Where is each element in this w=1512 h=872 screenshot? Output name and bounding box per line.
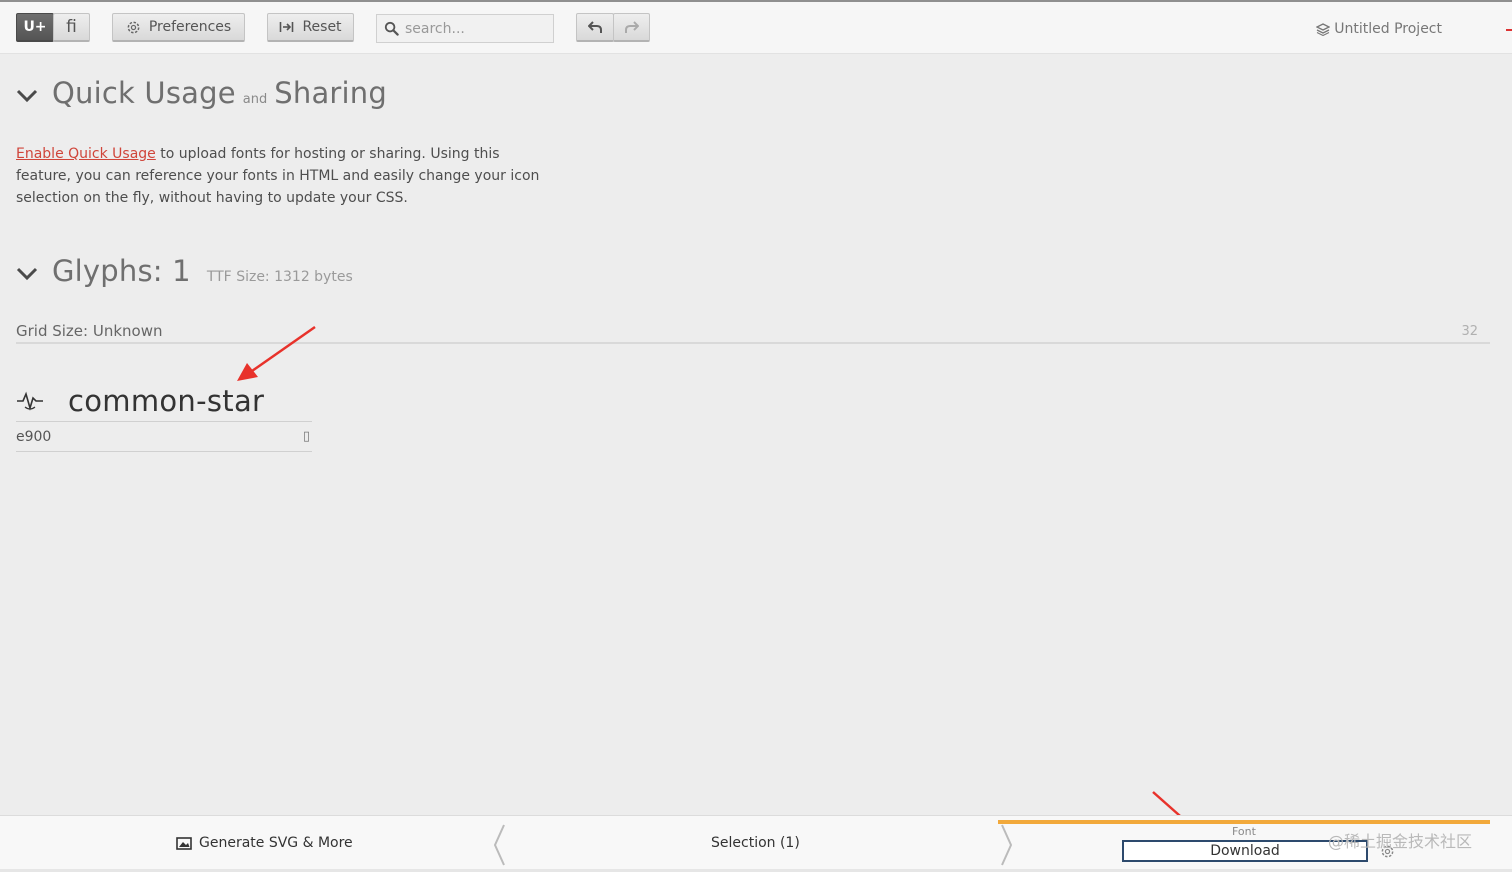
chevron-down-icon[interactable] <box>16 266 38 285</box>
quick-usage-and: and <box>242 92 268 107</box>
grid-size-label: Grid Size: Unknown <box>16 322 163 340</box>
image-icon <box>176 836 192 850</box>
project-name-label: Untitled Project <box>1334 21 1442 37</box>
unicode-mode-label: U+ <box>23 19 47 35</box>
grid-size-row: Grid Size: Unknown 32 <box>16 320 1490 344</box>
search-input[interactable] <box>405 20 545 37</box>
font-tab-accent <box>998 820 1490 824</box>
sharing-title: Sharing <box>274 76 387 110</box>
ligature-mode-button[interactable]: ﬁ <box>53 13 90 42</box>
ttf-size: TTF Size: 1312 bytes <box>206 269 353 285</box>
reset-label: Reset <box>302 19 342 35</box>
search-box[interactable] <box>376 14 554 43</box>
bottom-bar: Generate SVG & More Selection (1) Font D… <box>0 815 1512 872</box>
reset-icon <box>279 21 294 33</box>
glyph-card[interactable]: common-star e900 ▯ <box>16 380 312 452</box>
glyph-code[interactable]: e900 <box>16 429 51 445</box>
generate-svg-label: Generate SVG & More <box>199 835 353 851</box>
project-name[interactable]: Untitled Project <box>1316 21 1442 37</box>
glyph-card-bottom: e900 ▯ <box>16 422 312 452</box>
glyph-name[interactable]: common-star <box>68 384 264 418</box>
ligature-mode-label: ﬁ <box>66 17 77 37</box>
download-label: Download <box>1210 843 1280 859</box>
grid-size-value[interactable]: 32 <box>1461 324 1478 339</box>
glyph-card-top: common-star <box>16 380 312 422</box>
layers-icon <box>1316 22 1331 36</box>
quick-usage-description: Enable Quick Usage to upload fonts for h… <box>16 143 546 209</box>
reset-button[interactable]: Reset <box>267 13 354 42</box>
glyphs-header[interactable]: Glyphs: 1 TTF Size: 1312 bytes <box>16 254 353 288</box>
redo-button[interactable] <box>613 13 650 42</box>
unicode-mode-button[interactable]: U+ <box>16 13 54 42</box>
watermark: @稀土掘金技术社区 <box>1328 832 1473 851</box>
search-icon <box>384 21 399 36</box>
generate-svg-tab[interactable]: Generate SVG & More <box>176 835 353 851</box>
selection-label: Selection (1) <box>711 835 800 851</box>
glyphs-title: Glyphs: 1 <box>52 254 191 288</box>
toolbar: U+ ﬁ Preferences Reset Untitle <box>0 2 1512 54</box>
edge-marker <box>1506 29 1512 31</box>
chevron-left-icon[interactable] <box>492 824 506 870</box>
chevron-down-icon[interactable] <box>16 88 38 107</box>
gear-icon <box>126 20 141 35</box>
quick-usage-title: Quick Usage <box>52 76 236 110</box>
font-tab-label: Font <box>1232 825 1256 838</box>
enable-quick-usage-link[interactable]: Enable Quick Usage <box>16 146 156 162</box>
undo-icon <box>587 20 603 34</box>
preferences-label: Preferences <box>148 19 232 35</box>
preferences-button[interactable]: Preferences <box>112 13 245 42</box>
waveform-icon <box>16 390 46 412</box>
glyph-char[interactable]: ▯ <box>303 429 310 444</box>
selection-tab[interactable]: Selection (1) <box>711 835 800 851</box>
quick-usage-header[interactable]: Quick Usage and Sharing <box>16 76 387 110</box>
undo-button[interactable] <box>576 13 614 42</box>
redo-icon <box>624 20 639 34</box>
chevron-right-icon[interactable] <box>1000 824 1014 870</box>
